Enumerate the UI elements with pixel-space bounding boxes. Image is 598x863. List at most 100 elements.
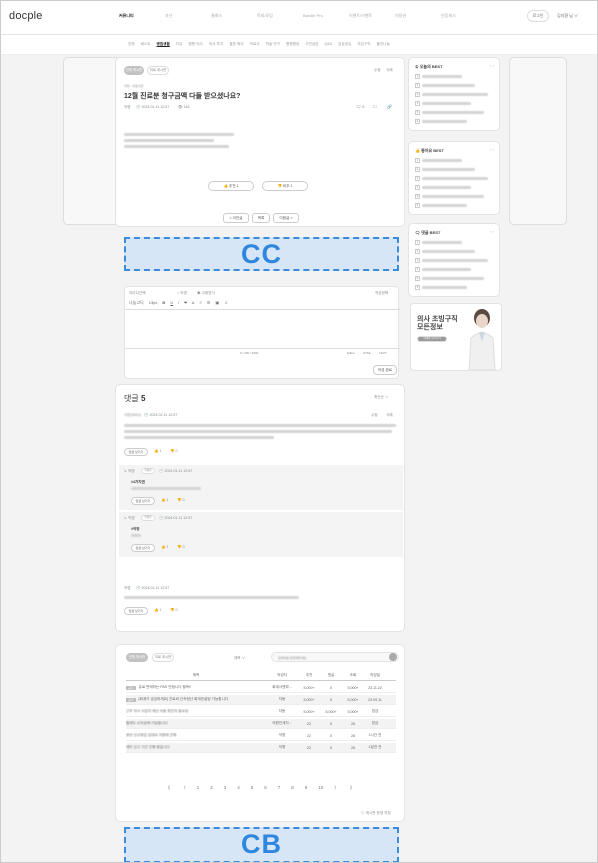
best-item[interactable]: 6 (415, 119, 495, 124)
user-menu[interactable]: 김지환 님 ∨ (557, 13, 578, 19)
strike-icon[interactable]: T (184, 300, 186, 306)
best-item[interactable]: 2 (415, 167, 495, 172)
reply-button[interactable]: 답글 남기기 (124, 448, 148, 456)
best-item[interactable]: 1 (415, 158, 495, 163)
best-item[interactable]: 1 (415, 240, 495, 245)
banner-button[interactable]: 자세히 보러가기 (417, 336, 447, 342)
best-item[interactable]: 6 (415, 203, 495, 208)
row-title[interactable]: 청년 신규창업 임대료 지원에 관해 (126, 733, 176, 738)
table-row[interactable]: 월세도 소득공제 가능합니다 의원인계자... 22 0 28 방금 (126, 719, 396, 729)
category-item[interactable]: 학술·연구 (266, 42, 280, 47)
reply-like[interactable]: 👍 1 (161, 498, 168, 502)
page-link[interactable]: 10 (318, 785, 323, 791)
prev-post-button[interactable]: < 이전글 (223, 213, 249, 223)
best-item[interactable]: 4 (415, 267, 495, 272)
best-item[interactable]: 5 (415, 276, 495, 281)
table-row[interactable]: 공지 [회계가 궁금하세요] 진료비 신속정산 회계컨설팅 가능합니다 자동 5,00… (126, 695, 396, 705)
mode-html[interactable]: HTML (363, 351, 371, 355)
list-button[interactable]: 목록 (252, 213, 270, 223)
comment-delete[interactable]: 삭제 (386, 413, 393, 418)
page-link[interactable]: 〈 (181, 785, 186, 791)
comment-dislike[interactable]: 👎 0 (170, 449, 177, 453)
best-item[interactable]: 2 (415, 249, 495, 254)
best-item[interactable]: 3 (415, 176, 495, 181)
comment-like[interactable]: 👍 1 (154, 608, 161, 612)
page-link[interactable]: 7 (278, 785, 281, 791)
font-select[interactable]: 나눔고딕 (129, 300, 144, 306)
table-row[interactable]: 청년 신규창업 임대료 지원에 관해 익명 22 0 28 1시간 전 (126, 731, 396, 741)
logo[interactable]: docple (9, 10, 43, 22)
best-item[interactable]: 3 (415, 258, 495, 263)
list-tab-medical[interactable]: 의료 게시판 (152, 653, 174, 662)
dislike-button[interactable]: 👎 비추 1 (262, 181, 308, 191)
nav-item[interactable]: 이용권 (395, 13, 441, 19)
row-title[interactable]: 세무 신고 기간 진행 중입니다 (126, 745, 170, 750)
category-item[interactable]: Q&A (324, 42, 332, 47)
page-link[interactable]: 8 (291, 785, 294, 791)
nav-item[interactable]: Bandle Pro (303, 13, 349, 19)
category-item[interactable]: 병원·의사 (188, 42, 202, 47)
comment-like[interactable]: 👍 1 (154, 449, 161, 453)
sort-select[interactable]: 최신순 ∨ (374, 395, 389, 400)
page-link[interactable]: 4 (237, 785, 240, 791)
nav-item[interactable]: 클래스 (211, 13, 257, 19)
right-side-banner[interactable] (509, 57, 567, 225)
page-link[interactable]: 6 (264, 785, 267, 791)
bookmark-icon[interactable]: ☐ (373, 104, 377, 109)
category-item[interactable]: 모임구직 (357, 42, 370, 47)
best-item[interactable]: 3 (415, 92, 495, 97)
tab-medical-board[interactable]: 의료 게시판 (147, 66, 169, 75)
row-title[interactable]: 근무 의사 사업자 재산 이동 특진의 중요성 (126, 709, 188, 714)
best-box-nav[interactable]: ‹ › (490, 63, 494, 68)
row-title[interactable]: 유료 판매하는 PAS 안됩니다 필독!! (139, 685, 192, 690)
next-post-button[interactable]: 다음글 > (273, 213, 299, 223)
delete-link[interactable]: 삭제 (386, 68, 393, 73)
search-input[interactable]: 검색어를 입력해주세요 (271, 652, 399, 662)
align-icon[interactable]: ≡ (199, 300, 201, 306)
table-row[interactable]: 공지 유료 판매하는 PAS 안됩니다 필독!! 회계사엔파... 5,000+ 0 5,… (126, 683, 396, 693)
search-filter[interactable]: 제목 ∨ (234, 656, 245, 661)
page-link[interactable]: 》 (350, 785, 355, 791)
category-item[interactable]: 물건나눔 (377, 42, 390, 47)
best-item[interactable]: 4 (415, 185, 495, 190)
page-link[interactable]: 3 (224, 785, 227, 791)
reply-dislike[interactable]: 👎 0 (177, 498, 184, 502)
nav-item[interactable]: 학회/모임 (257, 13, 303, 19)
best-item[interactable]: 5 (415, 194, 495, 199)
nav-item[interactable]: 이벤트/이벤트 (349, 13, 395, 19)
list-icon[interactable]: ☰ (207, 300, 211, 306)
nav-item[interactable]: 자산 (165, 13, 211, 19)
emoji-icon[interactable]: ☺ (224, 300, 228, 306)
left-side-banner[interactable] (63, 57, 121, 225)
best-item[interactable]: 6 (415, 285, 495, 290)
tab-all-board[interactable]: 전체 게시판 (124, 66, 144, 75)
page-link[interactable]: 1 (197, 785, 200, 791)
table-row[interactable]: 근무 의사 사업자 재산 이동 특진의 중요성 자동 5,000+ 5,000+ 5,0… (126, 707, 396, 717)
category-item[interactable]: 결혼·육아 (229, 42, 243, 47)
category-item[interactable]: 의사·투자 (209, 42, 223, 47)
reply-like[interactable]: 👍 1 (161, 545, 168, 549)
recruit-banner[interactable]: 의사 초빙구직 모든정보 자세히 보러가기 (410, 303, 502, 371)
nav-item[interactable]: 인증게시 (441, 13, 487, 19)
link-icon[interactable]: 🔗 (387, 104, 392, 109)
comment-dislike[interactable]: 👎 0 (170, 608, 177, 612)
category-item[interactable]: 전체 (128, 42, 135, 47)
category-item[interactable]: 병원생활 (157, 42, 170, 47)
edit-link[interactable]: 수정 (374, 68, 381, 73)
category-item[interactable]: 의료사 (250, 42, 260, 47)
fixed-option[interactable]: ◉ 고정방식 (197, 291, 215, 296)
color-icon[interactable]: A (192, 300, 195, 306)
best-item[interactable]: 1 (415, 74, 495, 79)
category-item[interactable]: 병원행정 (286, 42, 299, 47)
reply-button[interactable]: 답글 남기기 (124, 607, 148, 615)
page-link[interactable]: 《 (166, 785, 171, 791)
best-item[interactable]: 4 (415, 101, 495, 106)
write-policy-link[interactable]: 작성정책 (375, 291, 388, 296)
reply-dislike[interactable]: 👎 0 (177, 545, 184, 549)
best-box-nav[interactable]: ‹ › (490, 147, 494, 152)
best-box-nav[interactable]: ‹ › (490, 229, 494, 234)
submit-comment-button[interactable]: 작성 완료 (373, 365, 397, 375)
anon-option[interactable]: ○ 익명 (177, 291, 187, 296)
category-item[interactable]: 고민상담 (305, 42, 318, 47)
category-item[interactable]: 임상공유 (338, 42, 351, 47)
